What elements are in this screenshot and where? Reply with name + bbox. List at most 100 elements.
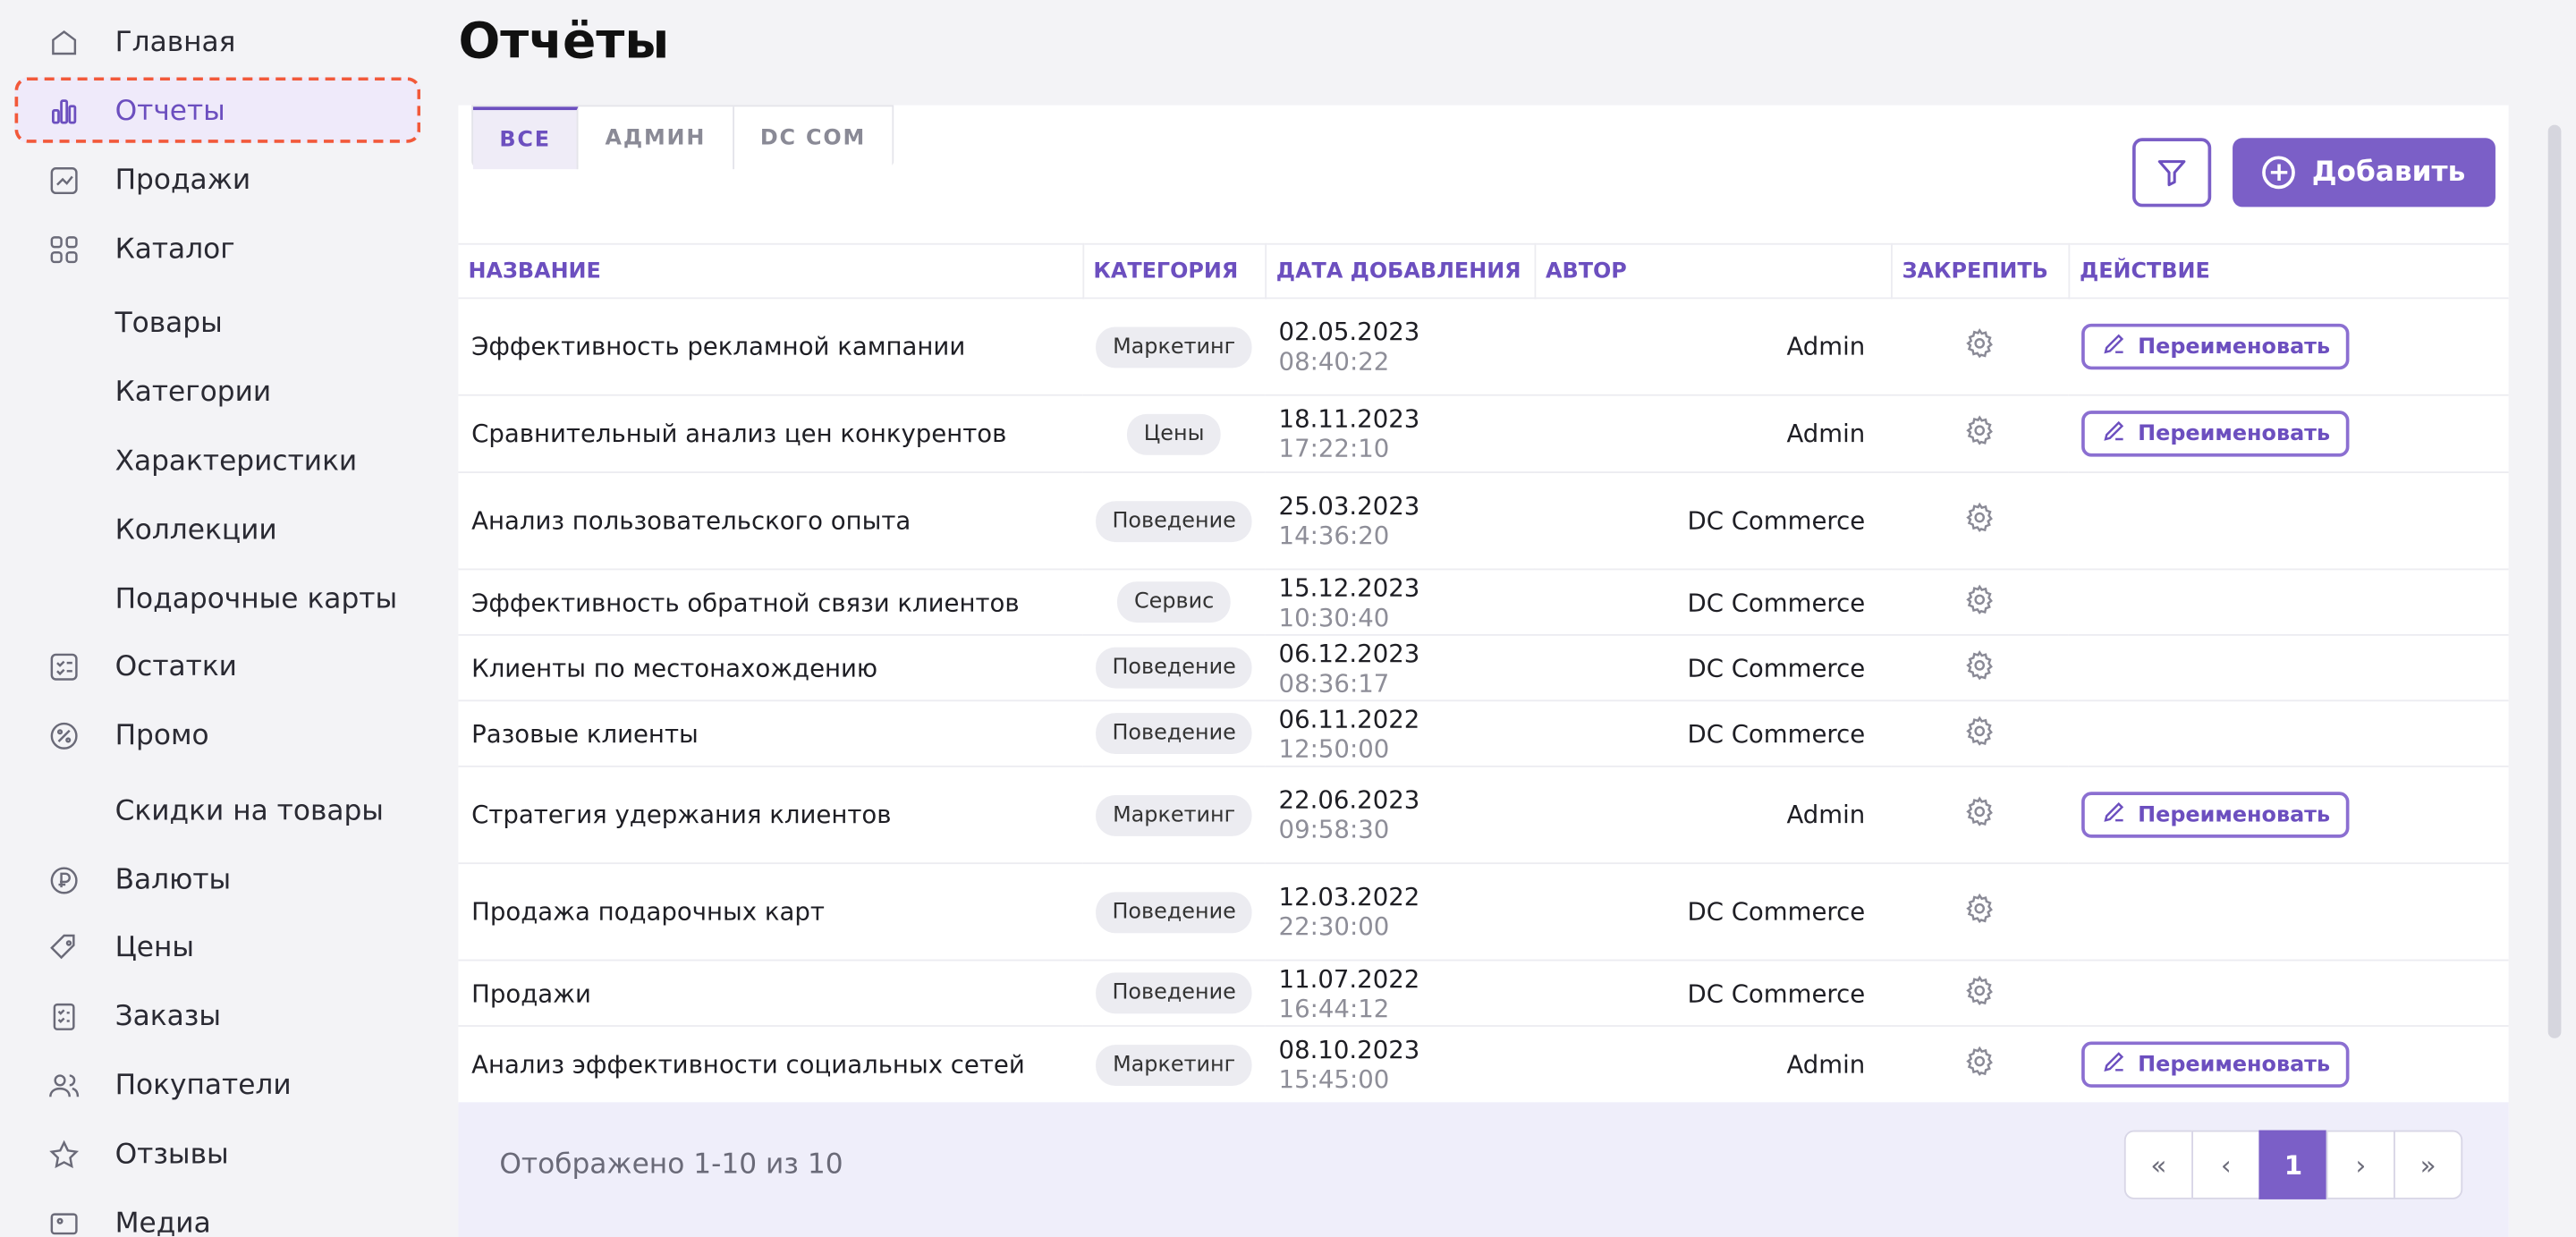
table-row[interactable]: Анализ эффективности социальных сетей Мар… (458, 1026, 2509, 1105)
page-scrollbar[interactable] (2547, 124, 2562, 1038)
gear-icon[interactable] (1963, 502, 1996, 540)
pin-cell[interactable] (1891, 472, 2070, 571)
sidebar-item-8[interactable]: Подарочные карты (115, 567, 398, 632)
catalog-icon (46, 232, 81, 267)
action-cell: Переименовать (2069, 766, 2509, 865)
action-cell (2069, 960, 2509, 1027)
sidebar-item-10[interactable]: Промо (46, 703, 209, 768)
gear-icon[interactable] (1963, 327, 1996, 367)
sidebar-item-1[interactable]: Отчеты (46, 79, 225, 144)
reports-card: ВСЕ АДМИН DC COM + Добавить НАЗВАНИЕ КАТ… (458, 105, 2509, 1237)
sidebar-item-label: Категории (114, 376, 272, 410)
category-badge: Маркетинг (1096, 794, 1252, 835)
time-value: 09:58:30 (1278, 815, 1390, 845)
category-badge: Поведение (1096, 500, 1253, 542)
reports-icon (46, 94, 81, 130)
gear-icon[interactable] (1963, 1046, 1996, 1084)
sidebar-item-3[interactable]: Каталог (46, 216, 235, 282)
author-cell: Admin (1535, 766, 1892, 865)
sidebar-item-15[interactable]: Покупатели (46, 1053, 292, 1118)
rename-button[interactable]: Переименовать (2081, 1041, 2351, 1088)
tab-all[interactable]: ВСЕ (472, 106, 580, 170)
pin-cell[interactable] (1891, 634, 2070, 702)
category-badge: Поведение (1096, 972, 1253, 1014)
table-row[interactable]: Сравнительный анализ цен конкурентов Цены… (458, 394, 2509, 473)
gear-icon[interactable] (1963, 583, 1996, 622)
tab-admin[interactable]: АДМИН (579, 106, 734, 170)
page-1-button[interactable]: 1 (2258, 1130, 2328, 1199)
gear-icon[interactable] (1963, 893, 1996, 931)
customers-icon (46, 1068, 81, 1104)
category-badge: Цены (1127, 412, 1221, 454)
sidebar-item-6[interactable]: Характеристики (115, 428, 358, 494)
gear-icon[interactable] (1963, 715, 1996, 753)
rename-button[interactable]: Переименовать (2081, 411, 2351, 457)
sidebar-item-14[interactable]: Заказы (46, 984, 221, 1049)
pin-cell[interactable] (1891, 394, 2070, 473)
sidebar-item-7[interactable]: Коллекции (115, 498, 277, 563)
filter-button[interactable] (2132, 138, 2212, 208)
date-value: 25.03.2023 (1278, 491, 1420, 521)
author-cell: Admin (1535, 298, 1892, 396)
prev-page-button[interactable]: ‹ (2191, 1130, 2261, 1199)
category-badge: Маркетинг (1096, 1044, 1252, 1086)
gear-icon[interactable] (1963, 415, 1996, 453)
table-row[interactable]: Анализ пользовательского опыта Поведение 2… (458, 472, 2509, 571)
sidebar-item-9[interactable]: Остатки (46, 634, 237, 699)
sidebar-item-11[interactable]: Скидки на товары (115, 779, 384, 844)
sidebar-item-13[interactable]: Цены (46, 915, 194, 980)
date-cell: 25.03.2023 14:36:20 (1265, 472, 1536, 571)
report-name: Продажа подарочных карт (458, 863, 1083, 962)
rename-label: Переименовать (2138, 802, 2331, 827)
rename-button[interactable]: Переименовать (2081, 792, 2351, 838)
pin-cell[interactable] (1891, 863, 2070, 962)
pin-cell[interactable] (1891, 298, 2070, 396)
rename-button[interactable]: Переименовать (2081, 323, 2351, 370)
sidebar-item-label: Главная (114, 26, 236, 60)
report-name: Анализ эффективности социальных сетей (458, 1026, 1083, 1105)
table-row[interactable]: Клиенты по местонахождению Поведение 06.12… (458, 634, 2509, 702)
date-value: 08.10.2023 (1278, 1035, 1420, 1065)
sidebar-item-12[interactable]: Валюты (46, 848, 231, 913)
table-row[interactable]: Разовые клиенты Поведение 06.11.2022 12:50… (458, 700, 2509, 767)
pin-cell[interactable] (1891, 960, 2070, 1027)
sidebar-item-16[interactable]: Отзывы (46, 1122, 229, 1187)
category-cell: Поведение (1082, 960, 1266, 1027)
sidebar-item-17[interactable]: Медиа (46, 1191, 211, 1237)
table-row[interactable]: Продажа подарочных карт Поведение 12.03.20… (458, 863, 2509, 962)
date-cell: 18.11.2023 17:22:10 (1265, 394, 1536, 473)
date-value: 11.07.2022 (1278, 963, 1420, 994)
gear-icon[interactable] (1963, 796, 1996, 835)
column-header-category[interactable]: КАТЕГОРИЯ (1082, 242, 1267, 300)
sidebar-item-5[interactable]: Категории (115, 360, 272, 425)
stock-icon (46, 648, 81, 684)
add-button[interactable]: + Добавить (2233, 138, 2496, 208)
pin-cell[interactable] (1891, 766, 2070, 865)
table-row[interactable]: Продажи Поведение 11.07.2022 16:44:12 DC Co… (458, 960, 2509, 1027)
gear-icon[interactable] (1963, 649, 1996, 688)
plus-circle-icon: + (2262, 156, 2296, 190)
column-header-pin[interactable]: ЗАКРЕПИТЬ (1891, 242, 2070, 300)
promo-icon (46, 718, 81, 754)
column-header-author[interactable]: АВТОР (1535, 242, 1893, 300)
column-header-name[interactable]: НАЗВАНИЕ (458, 242, 1084, 300)
sidebar-item-4[interactable]: Товары (115, 291, 223, 356)
action-cell (2069, 700, 2509, 767)
time-value: 08:40:22 (1278, 346, 1390, 377)
first-page-button[interactable]: « (2123, 1130, 2193, 1199)
gear-icon[interactable] (1963, 974, 1996, 1012)
column-header-date[interactable]: ДАТА ДОБАВЛЕНИЯ (1265, 242, 1536, 300)
last-page-button[interactable]: » (2394, 1130, 2463, 1199)
tab-dc-com[interactable]: DC COM (733, 106, 893, 170)
next-page-button[interactable]: › (2326, 1130, 2395, 1199)
sidebar-item-2[interactable]: Продажи (46, 148, 250, 213)
pin-cell[interactable] (1891, 1026, 2070, 1105)
sidebar-item-0[interactable]: Главная (46, 10, 235, 75)
pin-cell[interactable] (1891, 569, 2070, 636)
table-row[interactable]: Стратегия удержания клиентов Маркетинг 22.… (458, 766, 2509, 865)
table-row[interactable]: Эффективность рекламной кампании Маркетин… (458, 298, 2509, 396)
category-cell: Маркетинг (1082, 766, 1266, 865)
pencil-icon (2102, 1048, 2138, 1081)
pin-cell[interactable] (1891, 700, 2070, 767)
table-row[interactable]: Эффективность обратной связи клиентов Сер… (458, 569, 2509, 636)
